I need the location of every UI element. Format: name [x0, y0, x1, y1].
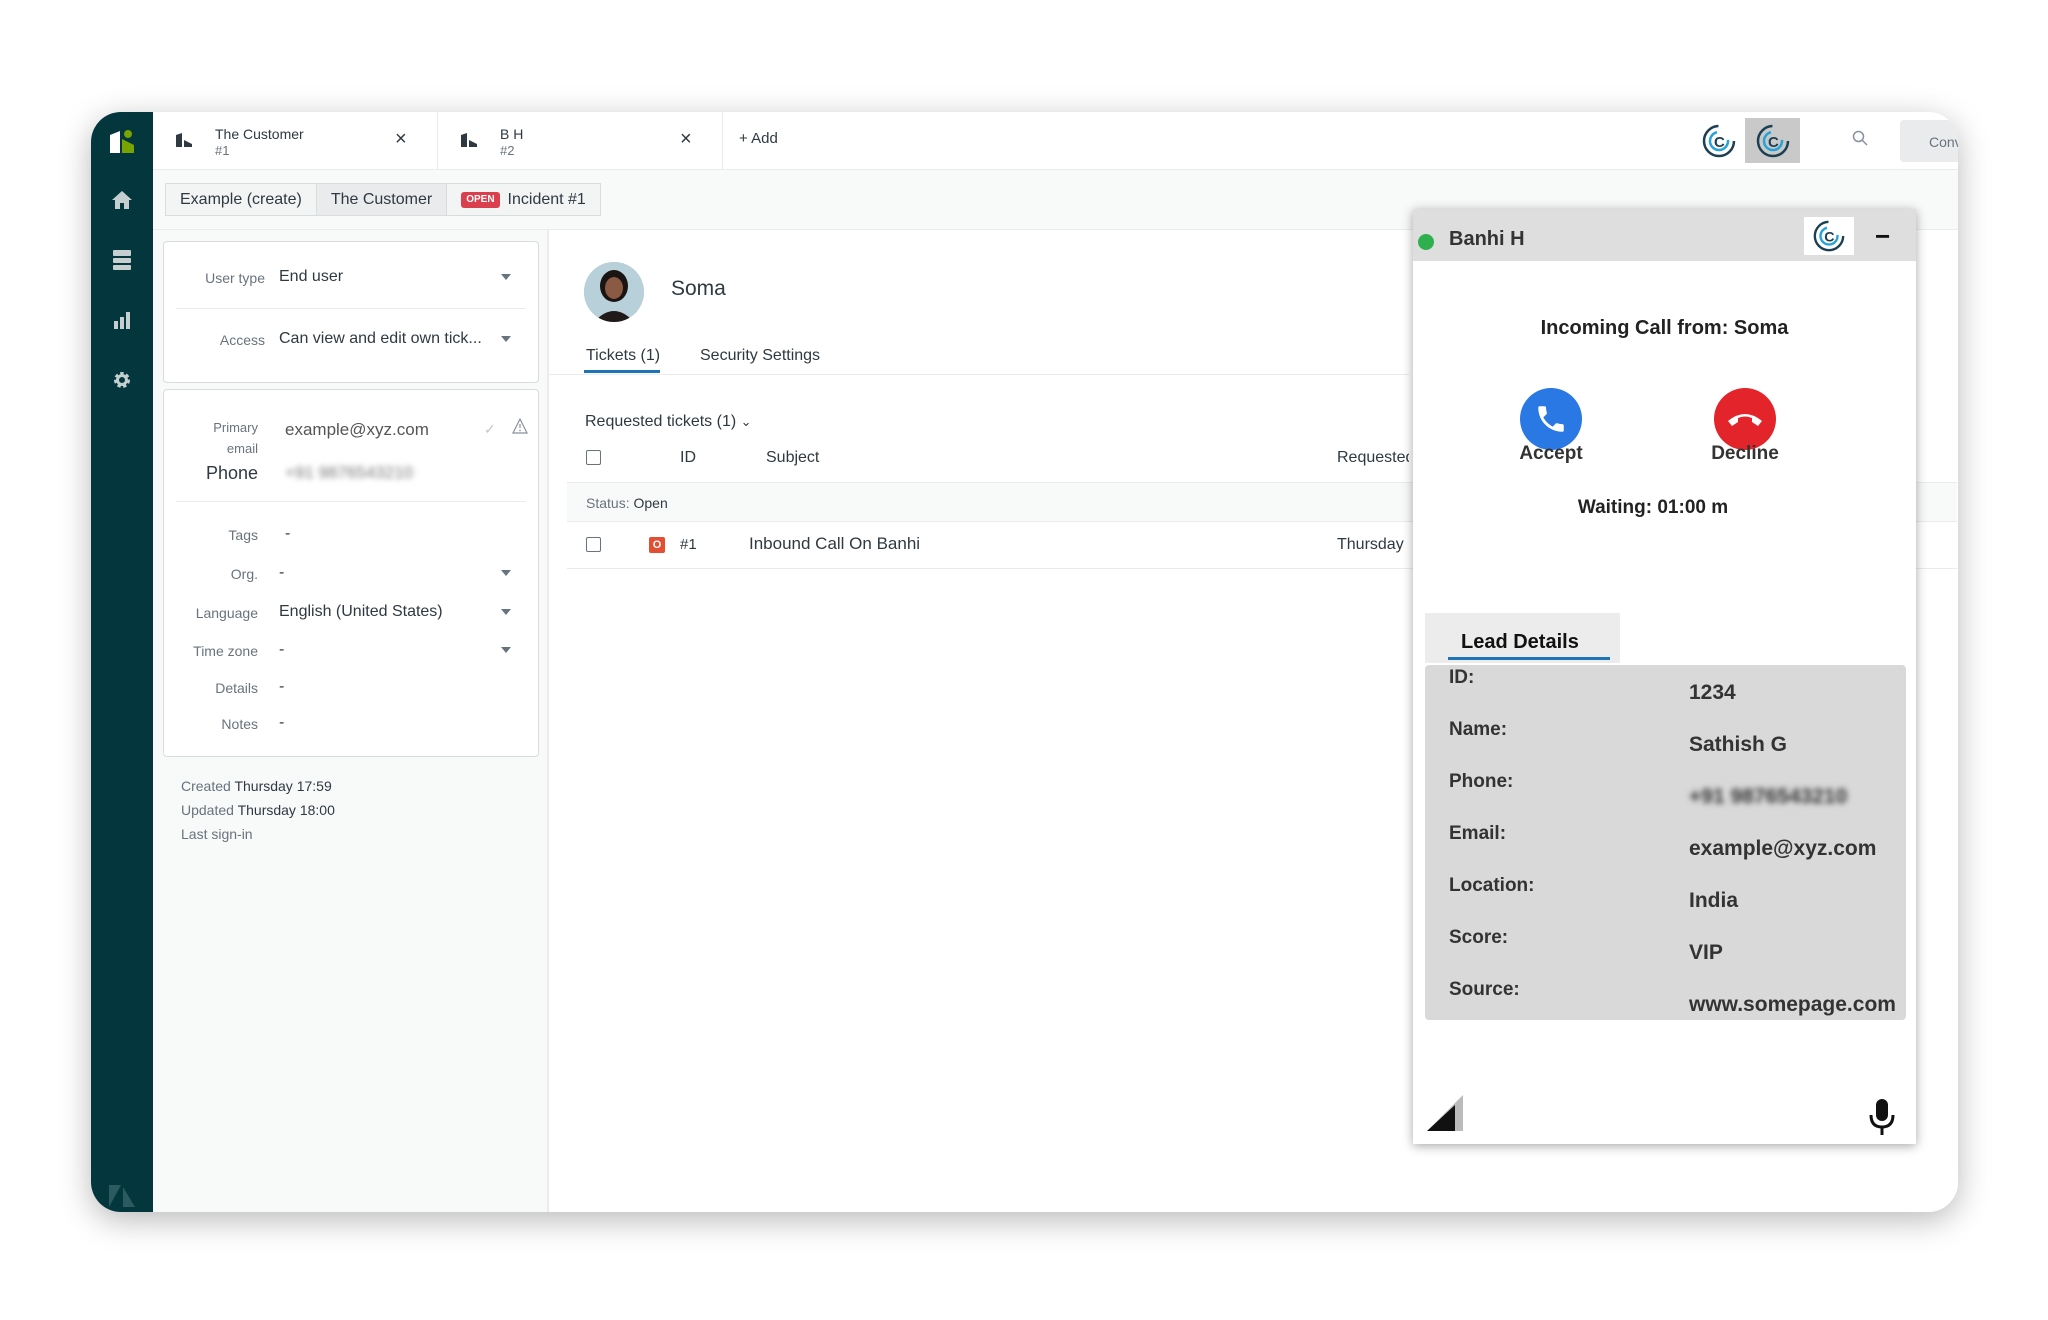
conversations-button[interactable]: Conv [1900, 120, 1958, 162]
user-type-card [163, 354, 537, 356]
tab-the-customer[interactable]: The Customer #1 × [153, 112, 438, 170]
settings-gear-icon[interactable] [106, 364, 138, 396]
svg-text:C: C [1768, 134, 1779, 151]
reporting-icon[interactable] [106, 304, 138, 336]
open-status-badge: OPEN [461, 191, 500, 208]
user-page [153, 229, 1958, 1212]
app-window: The Customer #1 × B H #2 × + Add C C Con… [91, 112, 1958, 1212]
add-tab-button[interactable]: + Add [739, 130, 778, 147]
close-tab-icon[interactable]: × [395, 128, 407, 151]
user-properties-panel [153, 230, 548, 1212]
cti-app-logo-icon[interactable]: C [1698, 121, 1740, 161]
close-tab-icon[interactable]: × [680, 128, 692, 151]
user-tab-icon [175, 132, 193, 153]
zendesk-logo-icon [106, 1180, 138, 1212]
views-icon[interactable] [106, 244, 138, 276]
zendesk-product-icon[interactable] [106, 126, 138, 158]
plus-icon: + [739, 130, 752, 147]
top-bar: The Customer #1 × B H #2 × + Add C C Con… [153, 112, 1958, 170]
breadcrumb-incident[interactable]: OPEN Incident #1 [446, 183, 601, 216]
search-icon[interactable] [1852, 130, 1868, 151]
home-icon[interactable] [106, 184, 138, 216]
tab-subtitle: #1 [215, 143, 230, 158]
breadcrumb-the-customer[interactable]: The Customer [315, 183, 448, 216]
breadcrumb-example-create[interactable]: Example (create) [165, 183, 317, 216]
tab-subtitle: #2 [500, 143, 515, 158]
cti-app-active-logo-icon[interactable]: C [1745, 118, 1800, 163]
incident-label: Incident #1 [507, 191, 586, 208]
tab-b-h[interactable]: B H #2 × [438, 112, 723, 170]
workspace: The Customer #1 × B H #2 × + Add C C Con… [153, 112, 1958, 1212]
nav-rail [91, 112, 153, 1212]
tab-title: B H [500, 126, 524, 142]
svg-text:C: C [1714, 134, 1725, 151]
tab-title: The Customer [215, 126, 304, 142]
breadcrumb: Example (create) The Customer OPEN Incid… [165, 183, 601, 216]
user-tab-icon [460, 132, 478, 153]
